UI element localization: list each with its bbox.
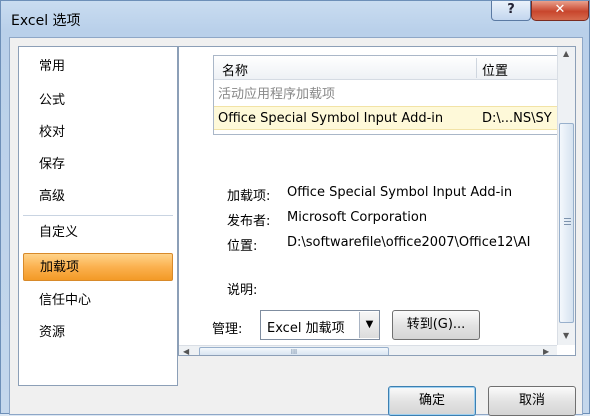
nav-divider [23, 215, 173, 216]
addin-name-cell: Office Special Symbol Input Add-in [218, 111, 444, 126]
list-header: 名称 位置 [214, 56, 562, 80]
horizontal-scrollbar[interactable]: ◀ III ▶ [179, 345, 557, 356]
grip-line [564, 218, 571, 219]
vertical-scroll-thumb[interactable] [559, 123, 574, 323]
publisher-label: 发布者: [227, 214, 271, 229]
column-header-name[interactable]: 名称 [222, 60, 248, 79]
close-button[interactable]: ✕ [531, 1, 589, 21]
addin-location-cell: D:\...NS\SY [482, 111, 552, 126]
vertical-scrollbar[interactable]: ▲ ▼ [557, 47, 575, 345]
nav-item-common[interactable]: 常用 [23, 53, 173, 81]
dropdown-arrow-icon[interactable]: ▼ [359, 312, 379, 338]
nav-item-proofing[interactable]: 校对 [23, 119, 173, 147]
nav-item-save[interactable]: 保存 [23, 151, 173, 179]
scroll-up-icon[interactable]: ▲ [563, 49, 569, 58]
excel-options-dialog: Excel 选项 ? ✕ 常用 公式 校对 保存 高级 自定义 加载项 信任中心… [0, 0, 590, 416]
scroll-down-icon[interactable]: ▼ [563, 331, 569, 340]
manage-selected-value: Excel 加载项 [267, 321, 345, 336]
location-label: 位置: [227, 239, 258, 254]
dialog-client-area: 常用 公式 校对 保存 高级 自定义 加载项 信任中心 资源 名称 位置 活动应… [9, 37, 583, 416]
scroll-right-icon[interactable]: ▶ [543, 347, 549, 355]
manage-label: 管理: [212, 322, 243, 337]
options-nav: 常用 公式 校对 保存 高级 自定义 加载项 信任中心 资源 [18, 46, 178, 386]
publisher-value: Microsoft Corporation [287, 210, 428, 225]
help-icon: ? [507, 2, 515, 17]
window-title: Excel 选项 [11, 13, 81, 29]
nav-item-advanced[interactable]: 高级 [23, 183, 173, 211]
scroll-left-icon[interactable]: ◀ [183, 347, 189, 355]
addin-list: 名称 位置 活动应用程序加载项 Office Special Symbol In… [213, 55, 563, 135]
addin-row[interactable]: Office Special Symbol Input Add-in D:\..… [214, 106, 562, 130]
addin-detail-label: 加载项: [227, 189, 271, 204]
column-divider[interactable] [476, 58, 477, 78]
close-icon: ✕ [554, 2, 566, 17]
nav-item-customize[interactable]: 自定义 [23, 219, 173, 247]
grip-line [564, 224, 571, 225]
title-bar[interactable]: Excel 选项 ? ✕ [1, 1, 589, 37]
manage-dropdown[interactable]: Excel 加载项 ▼ [260, 310, 380, 340]
go-button[interactable]: 转到(G)... [392, 310, 480, 340]
ok-button[interactable]: 确定 [388, 386, 476, 416]
addin-detail-value: Office Special Symbol Input Add-in [287, 185, 513, 200]
nav-item-formulas[interactable]: 公式 [23, 87, 173, 115]
nav-item-resources[interactable]: 资源 [23, 319, 173, 347]
grip-line [564, 221, 571, 222]
location-value: D:\softwarefile\office2007\Office12\AI [287, 235, 531, 250]
nav-item-addins[interactable]: 加载项 [23, 253, 173, 281]
scroll-grip: III [290, 348, 298, 356]
section-label-active-addins: 活动应用程序加载项 [218, 87, 336, 102]
column-header-location[interactable]: 位置 [482, 60, 508, 79]
help-button[interactable]: ? [491, 1, 531, 21]
cancel-button[interactable]: 取消 [488, 386, 576, 416]
nav-item-trust-center[interactable]: 信任中心 [23, 287, 173, 315]
description-label: 说明: [227, 283, 258, 298]
horizontal-scroll-thumb[interactable]: III [199, 347, 389, 356]
